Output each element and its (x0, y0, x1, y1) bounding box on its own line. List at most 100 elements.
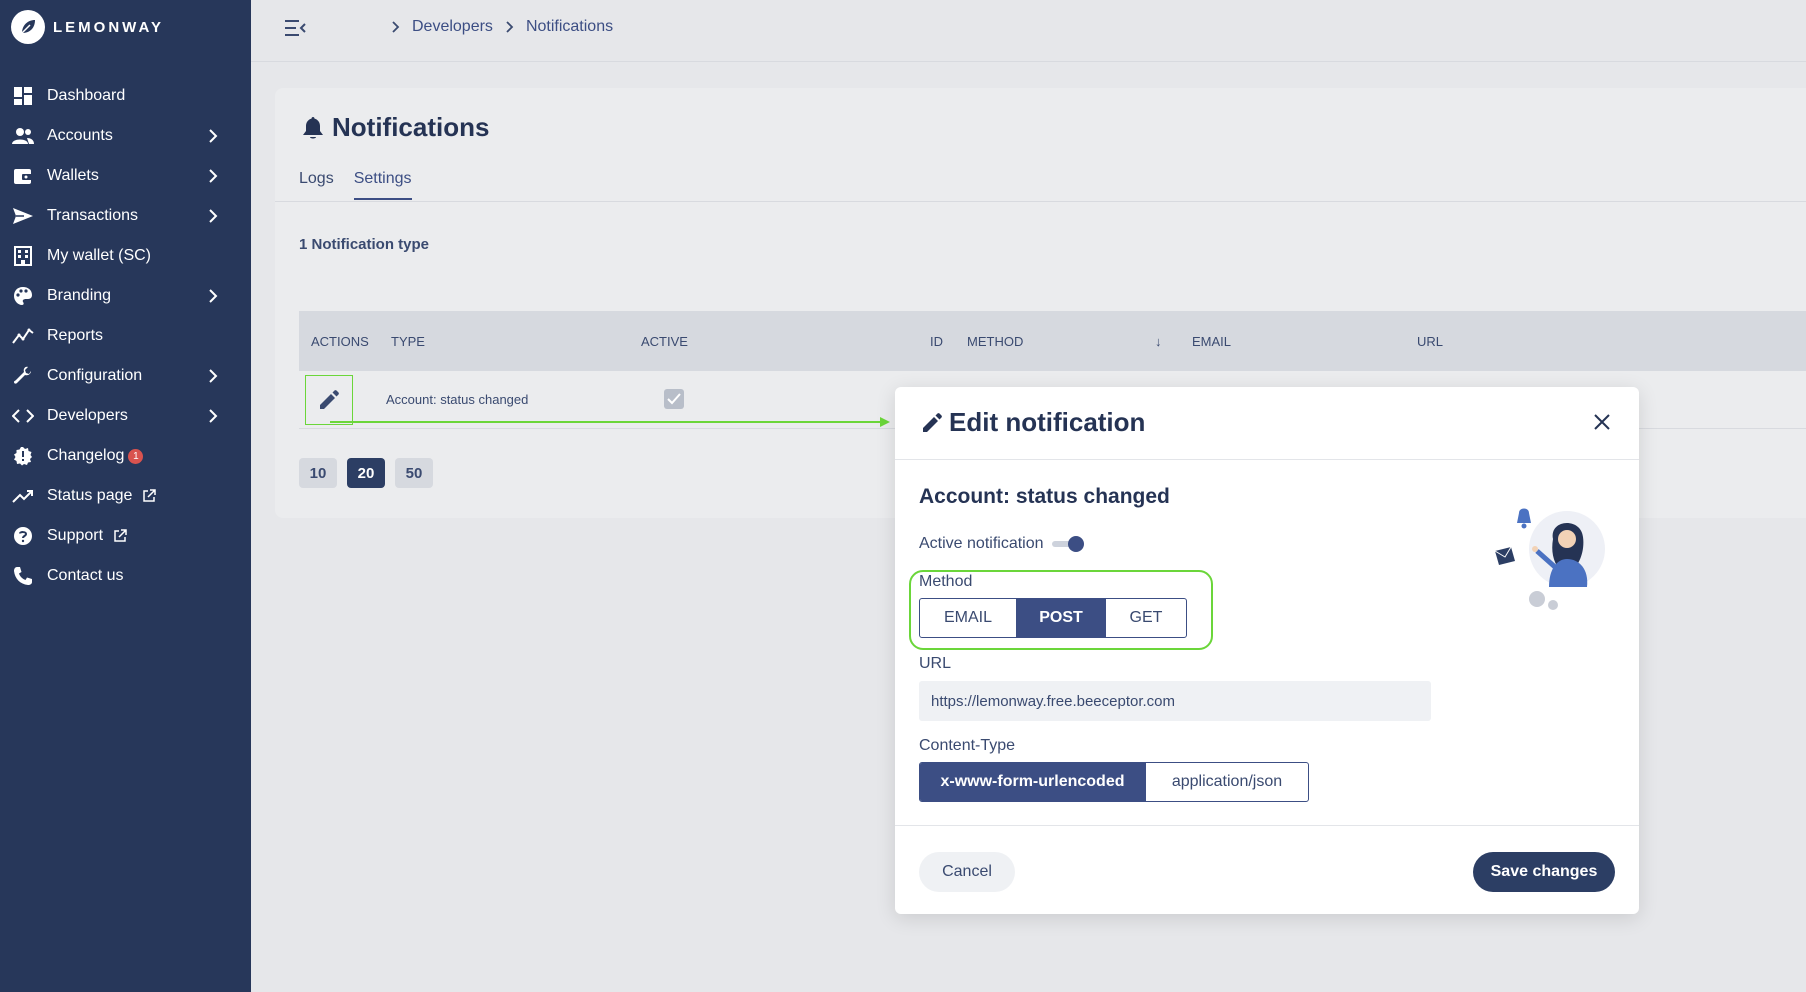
dashboard-icon (12, 85, 34, 107)
sidebar-item-status-page[interactable]: Status page (0, 476, 251, 516)
status-icon (12, 485, 34, 507)
sidebar-item-contact-us[interactable]: Contact us (0, 556, 251, 596)
brand-logo[interactable]: LEMONWAY (11, 10, 164, 44)
close-icon[interactable] (1591, 411, 1613, 433)
sidebar-item-reports[interactable]: Reports (0, 316, 251, 356)
palette-icon (12, 285, 34, 307)
sidebar-item-support[interactable]: Support (0, 516, 251, 556)
sidebar-item-dashboard[interactable]: Dashboard (0, 76, 251, 116)
content-type-label: Content-Type (919, 737, 1016, 754)
changelog-icon (12, 445, 34, 467)
save-changes-button[interactable]: Save changes (1473, 852, 1615, 892)
chevron-right-icon (209, 409, 218, 423)
method-option-get[interactable]: GET (1106, 599, 1186, 637)
sidebar-item-label: Status page (47, 487, 133, 504)
reports-icon (12, 325, 34, 347)
sidebar-item-accounts[interactable]: Accounts (0, 116, 251, 156)
sidebar-item-configuration[interactable]: Configuration (0, 356, 251, 396)
check-icon (667, 393, 681, 405)
bell-icon (303, 116, 323, 138)
chevron-right-icon (209, 169, 218, 183)
chevron-right-icon (209, 129, 218, 143)
menu-toggle-icon[interactable] (283, 18, 307, 38)
page-size-10[interactable]: 10 (299, 458, 337, 488)
active-notification-label: Active notification (919, 535, 1044, 552)
notification-name: Account: status changed (919, 485, 1170, 508)
table-header: ACTIONS TYPE ACTIVE ID METHOD ↓ EMAIL UR… (299, 311, 1806, 371)
tab-settings[interactable]: Settings (353, 170, 412, 200)
sidebar-item-label: Accounts (47, 127, 113, 144)
sidebar-item-my-wallet[interactable]: My wallet (SC) (0, 236, 251, 276)
sidebar-nav: Dashboard Accounts Wallets Transactions … (0, 76, 251, 596)
method-label: Method (919, 573, 973, 590)
code-icon (12, 405, 34, 427)
page-title-text: Notifications (332, 112, 490, 142)
row-active-checkbox[interactable] (664, 389, 684, 409)
sidebar-item-developers[interactable]: Developers (0, 396, 251, 436)
breadcrumb-developers[interactable]: Developers (412, 18, 493, 36)
sidebar-item-label: Wallets (47, 167, 99, 184)
url-input[interactable] (919, 681, 1431, 721)
sidebar-item-label: Support (47, 527, 104, 544)
wrench-icon (12, 365, 34, 387)
column-header-actions: ACTIONS (311, 334, 369, 349)
sidebar-item-label: Developers (47, 407, 128, 424)
brand-name: LEMONWAY (53, 18, 164, 36)
sort-arrow-down-icon[interactable]: ↓ (1155, 334, 1162, 349)
row-type: Account: status changed (386, 392, 529, 407)
active-notification-row: Active notification (919, 535, 1084, 553)
support-icon (12, 525, 34, 547)
sidebar-item-changelog[interactable]: Changelog 1 (0, 436, 251, 476)
page-size-20[interactable]: 20 (347, 458, 385, 488)
sidebar-item-transactions[interactable]: Transactions (0, 196, 251, 236)
content-type-option-json[interactable]: application/json (1146, 763, 1308, 801)
sidebar: LEMONWAY Dashboard Accounts Wallets Tran… (0, 0, 251, 992)
edit-notification-dialog: Edit notification Account: status change… (895, 387, 1639, 914)
sidebar-item-branding[interactable]: Branding (0, 276, 251, 316)
dialog-title: Edit notification (921, 407, 1145, 438)
toggle-knob (1067, 536, 1084, 552)
column-header-method[interactable]: METHOD (967, 334, 1023, 349)
wallet-icon (12, 165, 34, 187)
method-option-email[interactable]: EMAIL (920, 599, 1017, 637)
chevron-right-icon (209, 289, 218, 303)
external-link-icon (143, 489, 157, 502)
dialog-footer-divider (895, 825, 1639, 826)
chevron-right-icon (209, 209, 218, 223)
chevron-right-icon (392, 21, 400, 33)
sidebar-item-label: Changelog (47, 447, 125, 464)
accounts-icon (12, 125, 34, 147)
chevron-right-icon (506, 21, 514, 33)
sidebar-item-label: Branding (47, 287, 112, 304)
external-link-icon (114, 529, 127, 542)
notification-illustration (1494, 508, 1605, 610)
page-size-50[interactable]: 50 (395, 458, 433, 488)
tabs-divider (275, 201, 1806, 202)
page-title: Notifications (302, 112, 489, 143)
column-header-id[interactable]: ID (930, 334, 943, 349)
column-header-active[interactable]: ACTIVE (641, 334, 688, 349)
top-bar: Developers Notifications (251, 0, 1806, 62)
method-selector: EMAIL POST GET (919, 598, 1187, 638)
cancel-button[interactable]: Cancel (919, 852, 1015, 892)
content-type-option-urlencoded[interactable]: x-www-form-urlencoded (920, 763, 1146, 801)
chevron-right-icon (209, 369, 218, 383)
column-header-url[interactable]: URL (1417, 334, 1443, 349)
lemonway-leaf-icon (11, 10, 45, 44)
phone-icon (12, 565, 34, 587)
method-option-post[interactable]: POST (1017, 599, 1106, 637)
url-label: URL (919, 655, 952, 672)
sidebar-item-label: Dashboard (47, 87, 126, 104)
tabs: Logs Settings (299, 170, 432, 200)
breadcrumb: Developers Notifications (383, 18, 613, 36)
active-notification-toggle[interactable] (1051, 536, 1084, 552)
annotation-arrow (330, 417, 890, 427)
sidebar-item-label: Reports (47, 327, 104, 344)
column-header-email[interactable]: EMAIL (1192, 334, 1231, 349)
sidebar-item-wallets[interactable]: Wallets (0, 156, 251, 196)
breadcrumb-notifications[interactable]: Notifications (526, 18, 613, 36)
column-header-type[interactable]: TYPE (391, 334, 425, 349)
tab-logs[interactable]: Logs (299, 170, 334, 200)
sidebar-item-label: Contact us (47, 567, 124, 584)
building-icon (12, 245, 34, 267)
